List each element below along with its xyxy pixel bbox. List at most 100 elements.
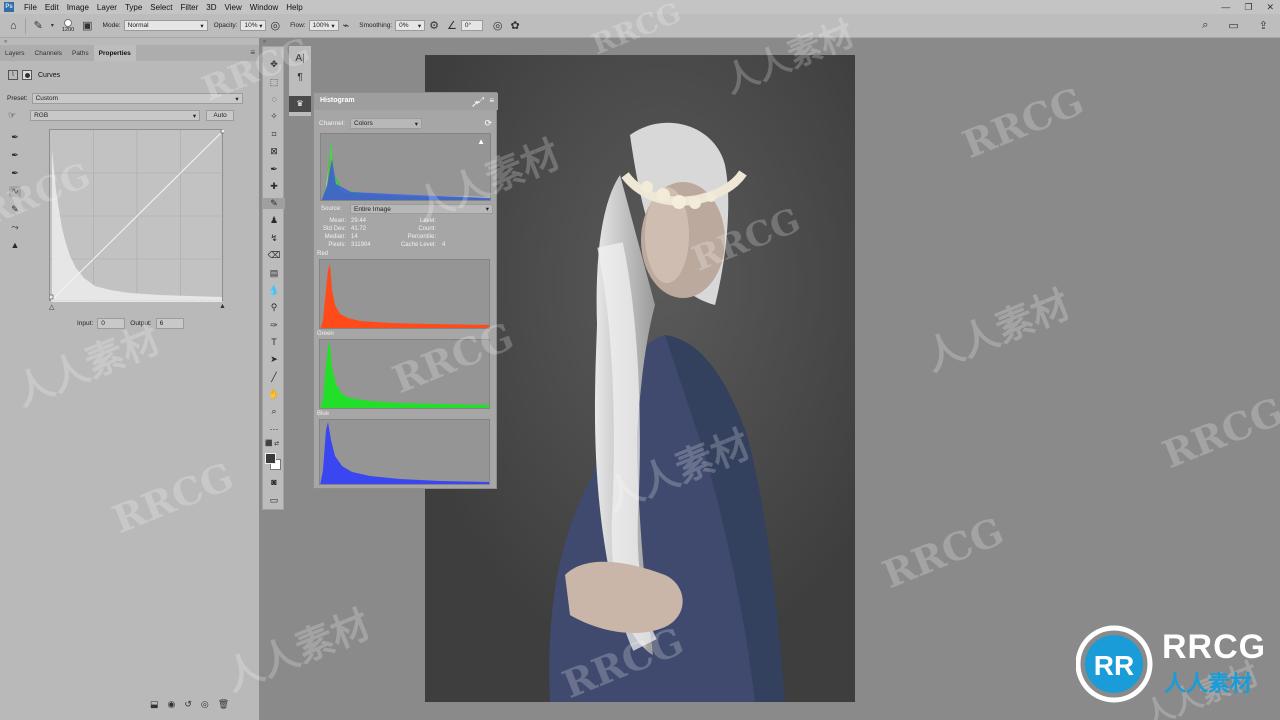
gradient-tool-icon[interactable]: ▤ xyxy=(263,268,285,279)
history-brush-tool-icon[interactable]: ↯ xyxy=(263,233,285,244)
panel-menu-icon[interactable]: ≡ xyxy=(489,96,494,105)
opacity-field[interactable]: 10% ▾ xyxy=(240,20,267,31)
pen-tool-icon[interactable]: ✑ xyxy=(263,320,285,331)
reset-icon[interactable]: ↺ xyxy=(184,699,192,710)
mask-icon[interactable] xyxy=(22,70,32,80)
output-field[interactable]: 6 xyxy=(155,318,184,329)
quick-mask-icon[interactable]: ◙ xyxy=(263,477,285,487)
brush-settings-icon[interactable]: ▣ xyxy=(82,19,92,32)
share-icon[interactable]: ⇪ xyxy=(1259,19,1268,32)
refresh-icon[interactable]: ⟳ xyxy=(484,118,492,129)
character-panel-icon[interactable]: A| xyxy=(289,53,311,64)
pressure-opacity-icon[interactable]: ◎ xyxy=(270,19,280,32)
screen-mode-icon[interactable]: ▭ xyxy=(263,495,285,506)
quick-select-tool-icon[interactable]: ✧ xyxy=(263,111,285,122)
eyedropper-black-icon[interactable]: ✒ xyxy=(9,132,21,143)
path-select-tool-icon[interactable]: ➤ xyxy=(263,354,285,365)
search-icon[interactable]: ⌕ xyxy=(1202,19,1208,32)
tab-properties[interactable]: Properties xyxy=(93,45,136,61)
histogram-channel-select[interactable]: Colors ▾ xyxy=(350,118,422,129)
mode-select[interactable]: Normal ▾ xyxy=(123,20,208,31)
adjustment-name: Curves xyxy=(38,71,61,79)
flow-label: Flow: xyxy=(290,22,306,29)
trash-icon[interactable]: 🗑 xyxy=(218,699,229,710)
menu-file[interactable]: File xyxy=(20,3,41,12)
blur-tool-icon[interactable]: 💧 xyxy=(263,285,285,296)
photoshop-logo-icon[interactable]: Ps xyxy=(4,2,14,12)
menu-layer[interactable]: Layer xyxy=(93,3,121,12)
paragraph-panel-icon[interactable]: ¶ xyxy=(289,72,311,83)
panel-menu-icon[interactable]: ≡ xyxy=(250,48,255,57)
line-tool-icon[interactable]: ╱ xyxy=(263,372,285,383)
foreground-color-swatch[interactable] xyxy=(265,453,276,464)
flow-field[interactable]: 100% ▾ xyxy=(308,20,339,31)
restore-icon[interactable]: ❐ xyxy=(1244,2,1252,13)
healing-brush-tool-icon[interactable]: ✚ xyxy=(263,181,285,192)
zoom-tool-icon[interactable]: ⌕ xyxy=(263,406,285,417)
auto-button[interactable]: Auto xyxy=(206,110,235,121)
menu-edit[interactable]: Edit xyxy=(41,3,63,12)
tab-channels[interactable]: Channels xyxy=(30,45,67,61)
visibility-icon[interactable]: ◎ xyxy=(201,699,209,710)
channel-row: ☞ RGB ▾ Auto xyxy=(8,110,235,121)
menu-help[interactable]: Help xyxy=(282,3,306,12)
brush-preset-picker[interactable]: 1200 xyxy=(62,18,74,33)
airbrush-icon[interactable]: ⌁ xyxy=(343,19,350,32)
eyedropper-white-icon[interactable]: ✒ xyxy=(9,168,21,179)
pencil-draw-icon[interactable]: ✎ xyxy=(9,204,21,215)
eyedropper-tool-icon[interactable]: ✒ xyxy=(263,164,285,175)
tab-paths[interactable]: Paths xyxy=(67,45,94,61)
curves-graph[interactable] xyxy=(49,129,224,302)
eyedropper-gray-icon[interactable]: ✒ xyxy=(9,150,21,161)
preset-select[interactable]: Custom ▾ xyxy=(31,93,243,104)
menu-type[interactable]: Type xyxy=(121,3,146,12)
menu-image[interactable]: Image xyxy=(63,3,93,12)
smoothing-field[interactable]: 0% ▾ xyxy=(395,20,426,31)
white-point-slider[interactable]: ▲ xyxy=(219,303,226,310)
eraser-tool-icon[interactable]: ⌫ xyxy=(263,250,285,261)
menu-view[interactable]: View xyxy=(221,3,246,12)
menu-select[interactable]: Select xyxy=(146,3,176,12)
menu-window[interactable]: Window xyxy=(246,3,282,12)
curve-point-icon[interactable]: ∿ xyxy=(9,186,21,197)
lasso-tool-icon[interactable]: ◌ xyxy=(263,94,285,104)
hand-tool-icon[interactable]: ✋ xyxy=(263,389,285,400)
frame-tool-icon[interactable]: ⊠ xyxy=(263,146,285,157)
gear-icon[interactable]: ⚙ xyxy=(429,19,439,32)
brush-tool-icon[interactable]: ✎ xyxy=(34,19,43,32)
smooth-curve-icon[interactable]: ⤳ xyxy=(9,222,21,233)
tab-layers[interactable]: Layers xyxy=(0,45,30,61)
marquee-tool-icon[interactable]: ⬚ xyxy=(263,77,285,88)
view-previous-icon[interactable]: ◉ xyxy=(168,699,176,710)
channel-select[interactable]: RGB ▾ xyxy=(30,110,201,121)
pressure-size-icon[interactable]: ◎ xyxy=(493,19,503,32)
median-label: Median: xyxy=(324,234,346,240)
cache-warning-icon[interactable]: ▲ xyxy=(477,137,485,146)
blue-histogram xyxy=(319,419,490,485)
clipping-warning-icon[interactable]: ▲ xyxy=(9,240,21,250)
clip-to-layer-icon[interactable]: ⬓ xyxy=(150,699,159,710)
dodge-tool-icon[interactable]: ⚲ xyxy=(263,302,285,313)
target-adjust-icon[interactable]: ☞ xyxy=(8,110,16,121)
histogram-panel-icon[interactable]: ♛ xyxy=(289,96,311,112)
chevron-down-icon[interactable]: ▾ xyxy=(51,22,54,29)
source-select[interactable]: Entire Image ▾ xyxy=(350,204,493,214)
minimize-icon[interactable]: — xyxy=(1221,2,1230,13)
input-field[interactable]: 0 xyxy=(97,318,126,329)
clone-stamp-tool-icon[interactable]: ♟ xyxy=(263,215,285,226)
crop-tool-icon[interactable]: ⌗ xyxy=(263,129,285,140)
menu-3d[interactable]: 3D xyxy=(202,3,220,12)
more-tools-icon[interactable]: ⋯ xyxy=(263,424,285,435)
menu-filter[interactable]: Filter xyxy=(177,3,203,12)
symmetry-icon[interactable]: ✿ xyxy=(510,19,519,32)
toolbar-collapse-arrows[interactable]: » xyxy=(263,39,266,45)
close-icon[interactable]: ✕ xyxy=(1266,2,1274,13)
move-tool-icon[interactable]: ✥ xyxy=(263,59,285,70)
black-point-slider[interactable]: △ xyxy=(49,303,54,311)
type-tool-icon[interactable]: T xyxy=(263,337,285,347)
default-colors-icon[interactable]: ⬛ ⇄ xyxy=(263,440,285,447)
workspace-icon[interactable]: ▭ xyxy=(1228,19,1238,32)
home-icon[interactable]: ⌂ xyxy=(10,20,17,32)
angle-field[interactable]: 0° xyxy=(460,20,483,31)
brush-tool-icon[interactable]: ✎ xyxy=(263,198,285,209)
